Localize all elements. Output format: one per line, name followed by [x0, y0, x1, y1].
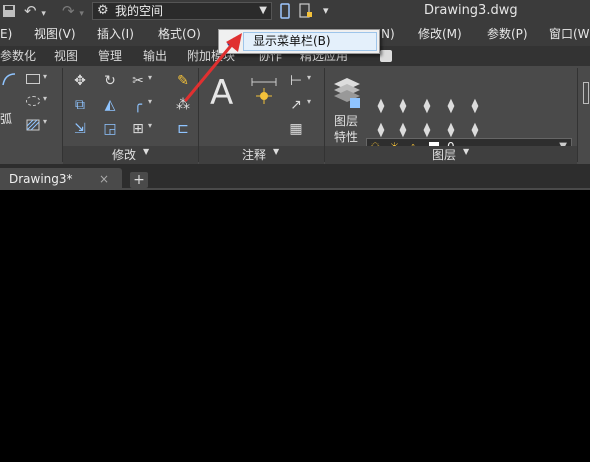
chevron-down-icon: ▾ — [148, 97, 153, 106]
layer-tool-icon[interactable]: ⧫ — [372, 98, 390, 114]
modify-panel-title[interactable]: 修改 — [112, 146, 136, 164]
chevron-down-icon: ▾ — [148, 121, 153, 130]
layer-tool-icon[interactable]: ⧫ — [372, 122, 390, 138]
chevron-down-icon: ▼ — [273, 147, 280, 156]
copy-icon[interactable]: ⧉ — [71, 97, 89, 113]
layer-properties-icon[interactable] — [332, 74, 362, 110]
layers-panel-title[interactable]: 图层 — [432, 146, 456, 164]
chevron-down-icon: ▼ — [463, 147, 470, 156]
quick-access-toolbar: ↶ ▾ ↷ ▾ ⚙ 我的空间 ▼ ▾ Drawing3.dwg — [0, 0, 590, 22]
chevron-down-icon: ▼ — [143, 147, 150, 156]
layer-tool-icon[interactable]: ⧫ — [442, 122, 460, 138]
menu-window[interactable]: 窗口(W — [549, 22, 590, 46]
rotate-icon[interactable]: ↻ — [101, 73, 119, 89]
layer-properties-label-2: 特性 — [334, 130, 359, 144]
close-icon[interactable]: × — [99, 168, 109, 190]
drawing-canvas[interactable] — [0, 190, 590, 462]
publish-icon[interactable] — [298, 3, 318, 19]
menu-view[interactable]: 视图(V) — [34, 22, 76, 46]
customize-dropdown-icon[interactable]: ▾ — [323, 2, 329, 20]
menu-parametric[interactable]: 参数(P) — [487, 22, 528, 46]
workspace-label: 我的空间 — [115, 4, 164, 18]
save-icon[interactable] — [2, 3, 16, 19]
layer-tool-icon[interactable]: ⧫ — [418, 122, 436, 138]
chevron-down-icon: ▾ — [148, 73, 153, 82]
stretch-icon[interactable]: ⇲ — [71, 121, 89, 137]
arc-icon[interactable] — [2, 72, 16, 86]
fillet-icon[interactable]: ╭ — [129, 97, 147, 113]
ellipse-icon[interactable] — [26, 96, 40, 106]
redo-icon[interactable]: ↷ ▾ — [62, 2, 88, 20]
document-tab-strip: Drawing3* × + — [0, 164, 590, 190]
tab-parametric[interactable]: 参数化 — [0, 46, 36, 66]
ribbon: 弧 ▾ ▾ ▾ ✥ ↻ ✂ ▾ ✎ ⧉ ◭ ╭ ▾ ⁂ ⇲ ◲ ⊞ ▾ ⊏ 修改… — [0, 66, 590, 164]
dimension-icon[interactable] — [250, 76, 278, 106]
arc-label: 弧 — [0, 112, 13, 126]
hatch-icon[interactable] — [26, 119, 40, 131]
layer-tool-icon[interactable]: ⧫ — [418, 98, 436, 114]
layer-tool-icon[interactable]: ⧫ — [466, 122, 484, 138]
menu-modify[interactable]: 修改(M) — [418, 22, 462, 46]
tab-options-icon[interactable] — [380, 50, 392, 62]
array-icon[interactable]: ⊞ — [129, 121, 147, 137]
menu-dimension[interactable]: N) — [381, 22, 395, 46]
menu-edit[interactable]: E) — [0, 22, 12, 46]
layer-properties-label-1: 图层 — [334, 114, 359, 128]
table-icon[interactable]: ▦ — [287, 121, 305, 137]
move-icon[interactable]: ✥ — [71, 73, 89, 89]
menu-insert[interactable]: 插入(I) — [97, 22, 134, 46]
linear-dimension-icon[interactable]: ⊢ — [287, 73, 305, 89]
chevron-down-icon: ▾ — [43, 94, 48, 103]
offset-icon[interactable]: ⊏ — [174, 121, 192, 137]
layer-tool-icon[interactable]: ⧫ — [466, 98, 484, 114]
trim-icon[interactable]: ✂ — [129, 73, 147, 89]
chevron-down-icon: ▾ — [307, 97, 312, 106]
insert-block-icon[interactable] — [583, 82, 589, 104]
document-tab[interactable]: Drawing3* × — [0, 168, 122, 190]
annotation-arrow — [184, 33, 242, 102]
gear-icon: ⚙ — [97, 3, 109, 18]
layer-tool-icon[interactable]: ⧫ — [394, 122, 412, 138]
leader-icon[interactable]: ↗ — [287, 97, 305, 113]
document-tab-label: Drawing3* — [9, 172, 73, 186]
scale-icon[interactable]: ◲ — [101, 121, 119, 137]
undo-icon[interactable]: ↶ ▾ — [24, 2, 58, 20]
show-menubar-menu-item[interactable]: 显示菜单栏(B) — [253, 30, 331, 53]
layer-tool-icon[interactable]: ⧫ — [442, 98, 460, 114]
chevron-down-icon: ▾ — [307, 73, 312, 82]
document-title: Drawing3.dwg — [424, 3, 518, 18]
annotate-panel-title[interactable]: 注释 — [242, 146, 266, 164]
chevron-down-icon: ▼ — [259, 5, 267, 16]
tab-view[interactable]: 视图 — [54, 46, 78, 66]
workspace-selector[interactable]: ⚙ 我的空间 ▼ — [92, 2, 272, 20]
chevron-down-icon: ▾ — [43, 72, 48, 81]
new-tab-button[interactable]: + — [130, 172, 148, 188]
panel-divider — [577, 68, 578, 162]
mirror-icon[interactable]: ◭ — [101, 97, 119, 113]
layer-tool-icon[interactable]: ⧫ — [394, 98, 412, 114]
tab-manage[interactable]: 管理 — [98, 46, 122, 66]
rectangle-icon[interactable] — [26, 74, 40, 84]
tab-output[interactable]: 输出 — [143, 46, 167, 66]
chevron-down-icon: ▾ — [43, 117, 48, 126]
share-icon[interactable] — [279, 3, 291, 19]
